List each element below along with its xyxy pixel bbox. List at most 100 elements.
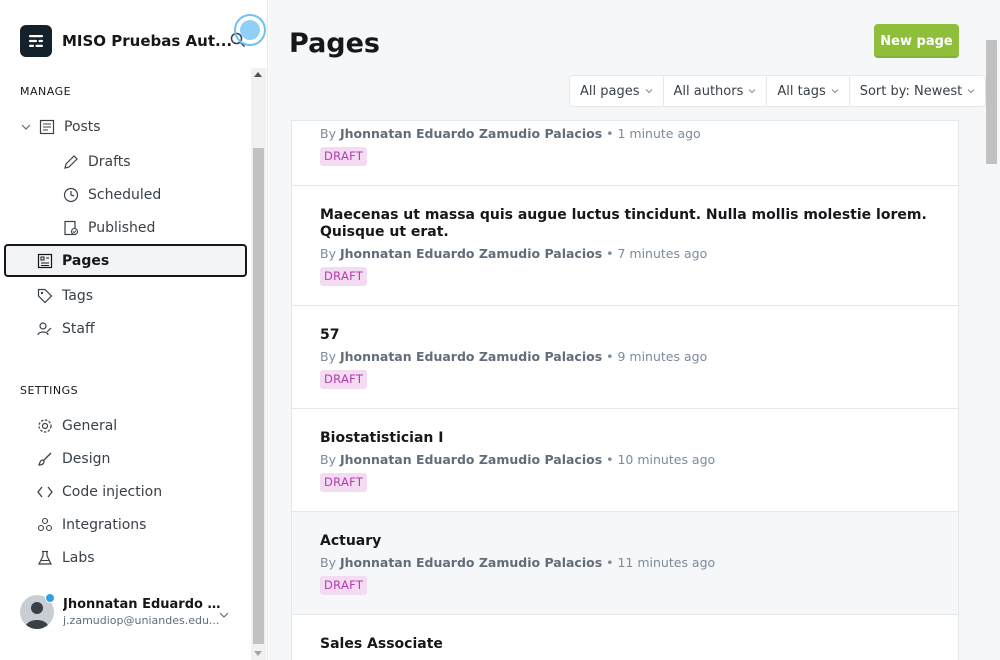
sidebar-item-label: Scheduled (88, 186, 162, 203)
chevron-down-icon (645, 87, 653, 95)
sidebar-item-posts[interactable]: Posts (20, 110, 240, 143)
page-time: • 7 minutes ago (602, 246, 708, 261)
pencil-icon (62, 153, 80, 171)
sidebar-item-label: Tags (62, 287, 93, 304)
type-filter-select[interactable]: All pages (570, 76, 664, 106)
pages-icon (36, 252, 54, 270)
page-author: Jhonnatan Eduardo Zamudio Palacios (339, 555, 603, 570)
chevron-down-icon[interactable] (218, 606, 230, 625)
gear-icon (36, 417, 54, 435)
brand[interactable]: MISO Pruebas Aut... (20, 24, 232, 58)
sidebar-item-labs[interactable]: Labs (36, 541, 236, 574)
main-scroll-thumb[interactable] (986, 40, 997, 164)
sidebar-item-tags[interactable]: Tags (36, 279, 236, 312)
clock-icon (62, 186, 80, 204)
page-meta: By Jhonnatan Eduardo Zamudio Palacios • … (320, 246, 707, 261)
main-content: Pages New page All pages All authors All… (269, 0, 1000, 660)
sidebar-item-integrations[interactable]: Integrations (36, 508, 236, 541)
manage-section-label: MANAGE (20, 85, 72, 98)
sidebar-item-label: Posts (64, 118, 101, 135)
sidebar-item-label: Code injection (62, 483, 163, 500)
by-label: By (320, 555, 340, 570)
scroll-down-arrow-icon[interactable] (254, 651, 262, 656)
status-badge: DRAFT (320, 370, 368, 389)
user-email: j.zamudiop@uniandes.edu... (63, 614, 220, 627)
sidebar-scrollbar[interactable] (251, 68, 266, 660)
sort-select[interactable]: Sort by: Newest (850, 76, 986, 106)
sidebar-item-published[interactable]: Published (62, 211, 242, 244)
sidebar-item-staff[interactable]: Staff (36, 312, 236, 345)
sidebar-item-label: Published (88, 219, 156, 236)
cursor-highlight (234, 14, 266, 46)
filter-label: All tags (777, 83, 826, 99)
sidebar-item-label: General (62, 417, 118, 434)
sidebar-item-scheduled[interactable]: Scheduled (62, 178, 242, 211)
status-badge: DRAFT (320, 576, 368, 595)
new-page-button[interactable]: New page (874, 24, 959, 58)
page-time: • 9 minutes ago (602, 349, 708, 364)
staff-icon (36, 320, 54, 338)
author-filter-select[interactable]: All authors (664, 76, 768, 106)
page-author: Jhonnatan Eduardo Zamudio Palacios (339, 452, 603, 467)
list-item[interactable]: Sales Associate (292, 615, 958, 660)
page-author: Jhonnatan Eduardo Zamudio Palacios (339, 349, 603, 364)
page-title-link[interactable]: Biostatistician I (320, 430, 930, 447)
ghost-logo-icon (20, 25, 52, 57)
sidebar: MISO Pruebas Aut... MANAGE Posts Drafts … (0, 0, 268, 660)
pages-list: By Jhonnatan Eduardo Zamudio Palacios • … (291, 120, 959, 660)
chevron-down-icon (831, 87, 839, 95)
page-time: • 11 minutes ago (602, 555, 716, 570)
published-icon (62, 219, 80, 237)
page-title-link[interactable]: Actuary (320, 533, 930, 550)
by-label: By (320, 246, 340, 261)
page-author: Jhonnatan Eduardo Zamudio Palacios (339, 246, 603, 261)
list-item[interactable]: 57 By Jhonnatan Eduardo Zamudio Palacios… (292, 306, 958, 409)
page-title-link[interactable]: Maecenas ut massa quis augue luctus tinc… (320, 207, 930, 241)
sidebar-scroll-thumb[interactable] (253, 148, 264, 644)
page-meta: By Jhonnatan Eduardo Zamudio Palacios • … (320, 126, 701, 141)
sidebar-item-pages[interactable]: Pages (4, 244, 247, 277)
sidebar-item-label: Drafts (88, 153, 131, 170)
page-author: Jhonnatan Eduardo Zamudio Palacios (339, 126, 603, 141)
scroll-up-arrow-icon[interactable] (254, 72, 262, 77)
user-name: Jhonnatan Eduardo Za... (63, 597, 223, 612)
sidebar-item-label: Pages (62, 252, 110, 269)
list-item[interactable]: Biostatistician I By Jhonnatan Eduardo Z… (292, 409, 958, 512)
sidebar-item-label: Staff (62, 320, 95, 337)
brush-icon (36, 450, 54, 468)
page-title-link[interactable]: Sales Associate (320, 636, 930, 653)
sidebar-item-label: Design (62, 450, 111, 467)
code-icon (36, 483, 54, 501)
chevron-down-icon (748, 87, 756, 95)
settings-section-label: SETTINGS (20, 384, 79, 397)
sidebar-item-design[interactable]: Design (36, 442, 236, 475)
page-title-link[interactable]: 57 (320, 327, 930, 344)
filter-label: All pages (580, 83, 640, 99)
status-badge: DRAFT (320, 267, 368, 286)
chevron-down-icon (967, 87, 975, 95)
tag-filter-select[interactable]: All tags (767, 76, 850, 106)
page-time: • 10 minutes ago (602, 452, 716, 467)
sidebar-item-label: Labs (62, 549, 95, 566)
main-scrollbar[interactable] (983, 40, 997, 660)
sidebar-item-code-injection[interactable]: Code injection (36, 475, 236, 508)
integrations-icon (36, 516, 54, 534)
status-badge: DRAFT (320, 473, 368, 492)
by-label: By (320, 452, 340, 467)
posts-icon (38, 118, 56, 136)
page-meta: By Jhonnatan Eduardo Zamudio Palacios • … (320, 555, 715, 570)
user-menu[interactable]: Jhonnatan Eduardo Za... j.zamudiop@unian… (20, 590, 232, 634)
by-label: By (320, 349, 340, 364)
page-meta: By Jhonnatan Eduardo Zamudio Palacios • … (320, 349, 707, 364)
status-badge: DRAFT (320, 147, 368, 166)
list-item[interactable]: By Jhonnatan Eduardo Zamudio Palacios • … (292, 121, 958, 186)
chevron-down-icon[interactable] (20, 121, 32, 133)
list-item[interactable]: Maecenas ut massa quis augue luctus tinc… (292, 186, 958, 306)
page-meta: By Jhonnatan Eduardo Zamudio Palacios • … (320, 452, 715, 467)
sidebar-item-drafts[interactable]: Drafts (62, 145, 242, 178)
sidebar-item-general[interactable]: General (36, 409, 236, 442)
page-title: Pages (289, 28, 380, 59)
online-status-dot (45, 593, 55, 603)
list-item[interactable]: Actuary By Jhonnatan Eduardo Zamudio Pal… (292, 512, 958, 615)
flask-icon (36, 549, 54, 567)
